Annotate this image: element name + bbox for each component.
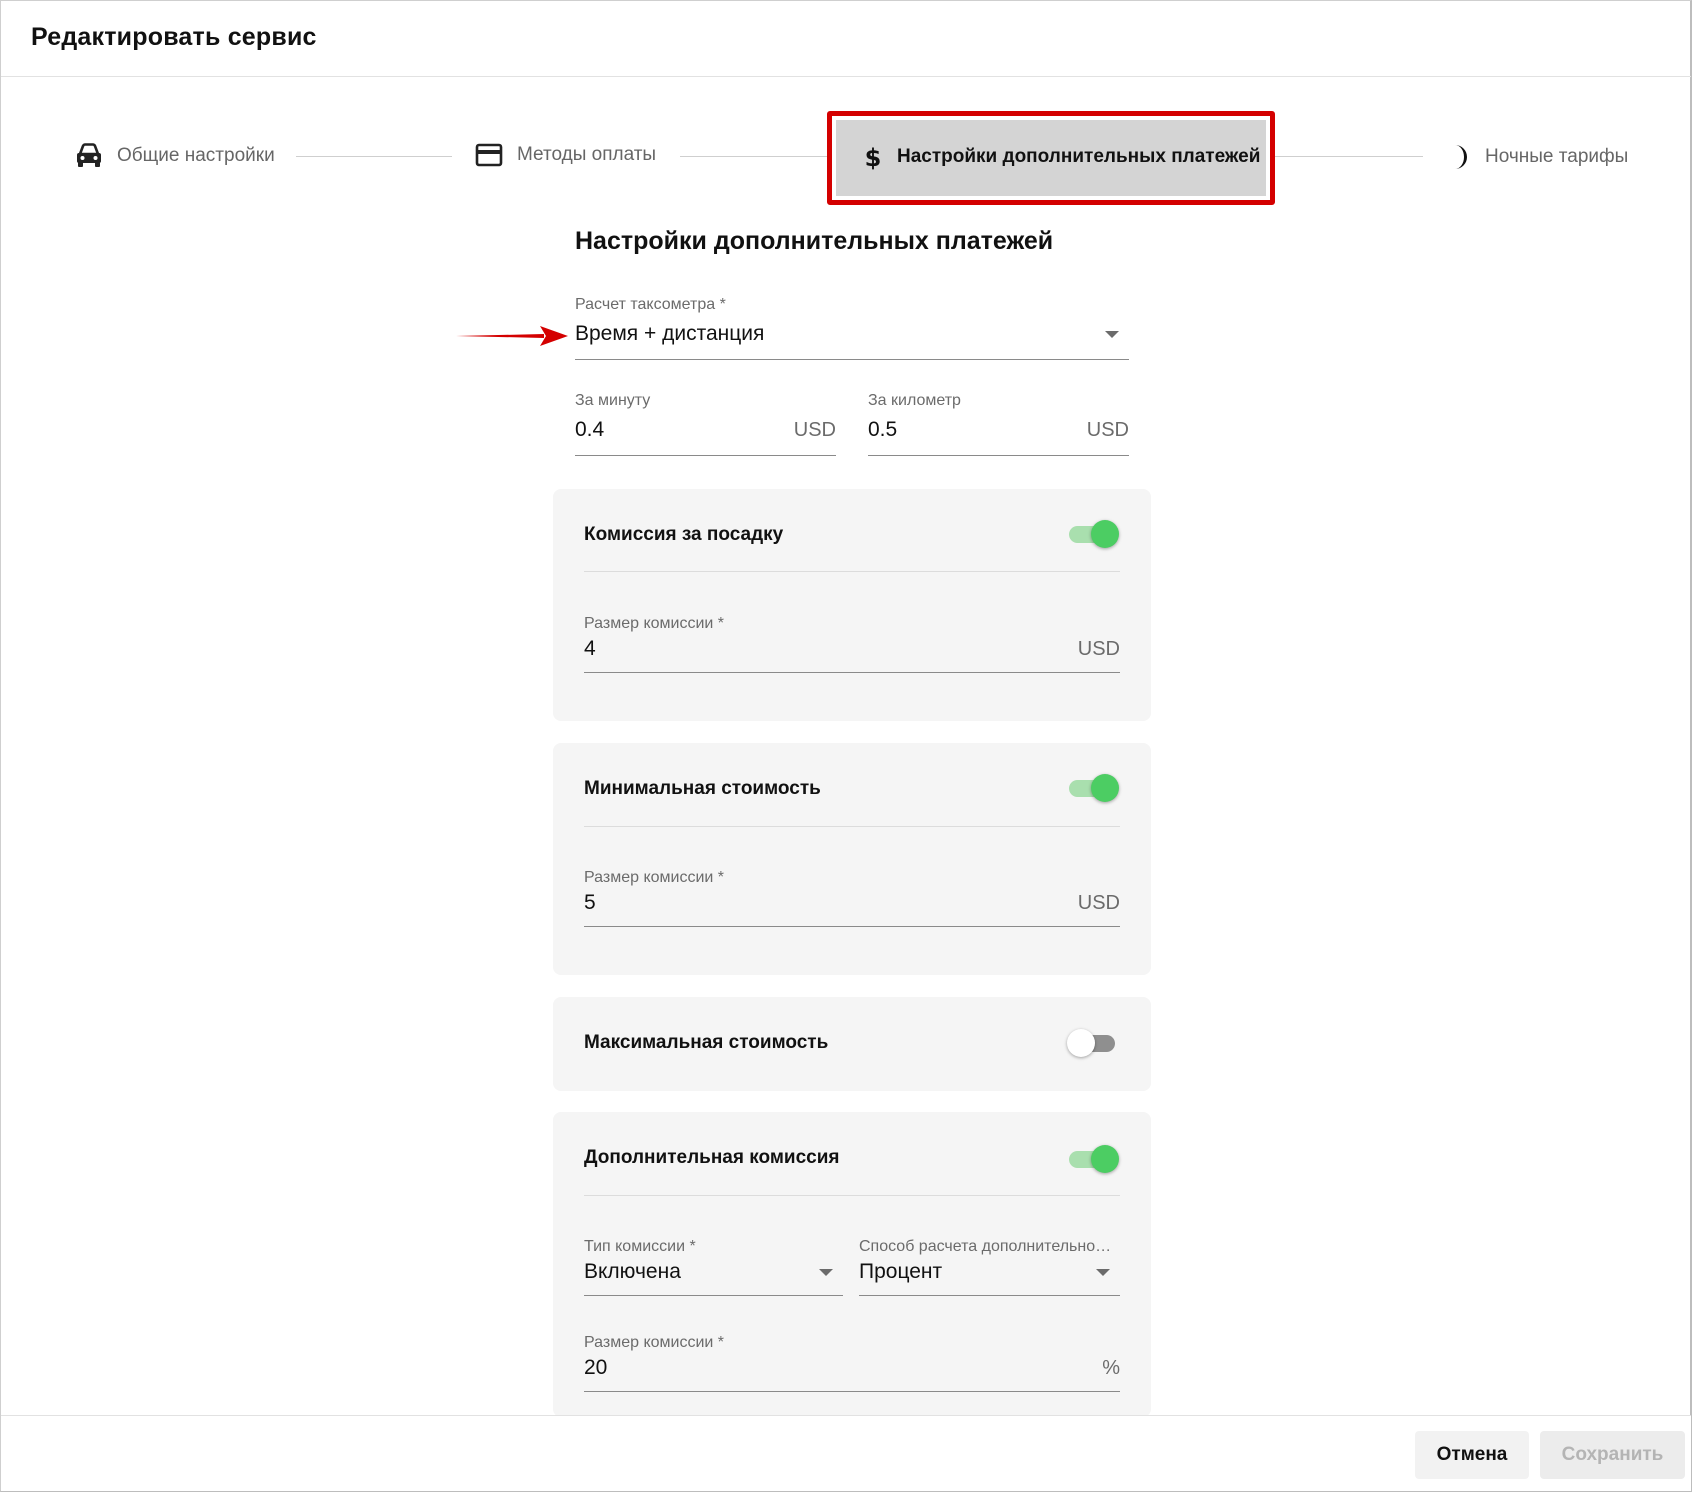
taximeter-label: Расчет таксометра * bbox=[575, 296, 726, 313]
step-extra-payments[interactable]: $ Настройки дополнительных платежей bbox=[863, 143, 1261, 171]
step-label: Общие настройки bbox=[117, 145, 275, 166]
fee-method-value: Процент bbox=[859, 1260, 943, 1283]
svg-text:$: $ bbox=[865, 144, 882, 171]
per-minute-label: За минуту bbox=[575, 392, 651, 409]
per-minute-currency: USD bbox=[793, 418, 836, 441]
per-minute-field[interactable]: За минуту 0.4 USD bbox=[575, 392, 836, 477]
step-label: Настройки дополнительных платежей bbox=[897, 146, 1261, 167]
chevron-down-icon bbox=[1096, 1268, 1110, 1276]
fee-type-value: Включена bbox=[584, 1260, 681, 1283]
per-km-currency: USD bbox=[1086, 418, 1129, 441]
min-cost-toggle[interactable] bbox=[1067, 773, 1119, 803]
min-cost-amount-field[interactable]: Размер комиссии * 5 USD bbox=[584, 869, 1120, 954]
min-cost-amount-label: Размер комиссии * bbox=[584, 869, 724, 886]
dollar-icon: $ bbox=[863, 143, 883, 171]
fee-method-label: Способ расчета дополнительно… bbox=[859, 1238, 1112, 1255]
dialog-footer: Отмена Сохранить bbox=[1, 1415, 1691, 1491]
taximeter-select[interactable]: Расчет таксометра * Время + дистанция bbox=[575, 296, 1129, 381]
fee-type-label: Тип комиссии * bbox=[584, 1238, 696, 1255]
taximeter-value: Время + дистанция bbox=[575, 322, 765, 345]
extra-fee-toggle[interactable] bbox=[1067, 1144, 1119, 1174]
stepper: Общие настройки Методы оплаты $ Настройк… bbox=[1, 111, 1691, 205]
dialog-title: Редактировать сервис bbox=[31, 23, 317, 51]
per-km-value: 0.5 bbox=[868, 418, 898, 441]
step-label: Методы оплаты bbox=[517, 144, 657, 165]
max-cost-title: Максимальная стоимость bbox=[584, 1032, 829, 1053]
extra-fee-card: Дополнительная комиссия Тип комиссии * В… bbox=[553, 1112, 1151, 1417]
min-cost-card: Минимальная стоимость Размер комиссии * … bbox=[553, 743, 1151, 975]
extra-fee-amount-label: Размер комиссии * bbox=[584, 1334, 724, 1351]
cancel-button[interactable]: Отмена bbox=[1415, 1431, 1529, 1479]
boarding-fee-toggle[interactable] bbox=[1067, 519, 1119, 549]
dialog-header: Редактировать сервис bbox=[1, 1, 1691, 77]
boarding-fee-currency: USD bbox=[1077, 637, 1120, 660]
stepper-connector bbox=[296, 156, 452, 157]
stepper-connector bbox=[1275, 156, 1423, 157]
boarding-fee-amount-label: Размер комиссии * bbox=[584, 615, 724, 632]
step-night-tariffs[interactable]: Ночные тарифы bbox=[1449, 143, 1628, 171]
step-label: Ночные тарифы bbox=[1485, 146, 1629, 167]
per-km-field[interactable]: За километр 0.5 USD bbox=[868, 392, 1129, 477]
boarding-fee-card: Комиссия за посадку Размер комиссии * 4 … bbox=[553, 489, 1151, 721]
edit-service-dialog: Редактировать сервис Общие настройки Мет… bbox=[0, 0, 1692, 1492]
stepper-connector bbox=[680, 156, 830, 157]
max-cost-toggle[interactable] bbox=[1067, 1028, 1119, 1058]
boarding-fee-amount-value: 4 bbox=[584, 637, 596, 660]
step-general-settings[interactable]: Общие настройки bbox=[75, 143, 275, 169]
extra-fee-title: Дополнительная комиссия bbox=[584, 1147, 840, 1168]
boarding-fee-title: Комиссия за посадку bbox=[584, 524, 784, 545]
annotation-arrow-icon bbox=[456, 326, 568, 346]
extra-fee-amount-value: 20 bbox=[584, 1356, 608, 1379]
per-km-label: За километр bbox=[868, 392, 961, 409]
chevron-down-icon bbox=[1105, 330, 1119, 338]
chevron-down-icon bbox=[819, 1268, 833, 1276]
min-cost-amount-value: 5 bbox=[584, 891, 596, 914]
max-cost-card: Максимальная стоимость bbox=[553, 997, 1151, 1091]
moon-icon bbox=[1449, 143, 1471, 171]
min-cost-currency: USD bbox=[1077, 891, 1120, 914]
credit-card-icon bbox=[475, 143, 503, 167]
fee-method-select[interactable]: Способ расчета дополнительно… Процент bbox=[859, 1238, 1120, 1323]
extra-fee-amount-field[interactable]: Размер комиссии * 20 % bbox=[584, 1334, 1120, 1419]
min-cost-title: Минимальная стоимость bbox=[584, 778, 821, 799]
section-title: Настройки дополнительных платежей bbox=[575, 227, 1054, 255]
fee-type-select[interactable]: Тип комиссии * Включена bbox=[584, 1238, 843, 1323]
step-payment-methods[interactable]: Методы оплаты bbox=[475, 143, 656, 167]
save-button[interactable]: Сохранить bbox=[1540, 1431, 1685, 1479]
per-minute-value: 0.4 bbox=[575, 418, 605, 441]
boarding-fee-amount-field[interactable]: Размер комиссии * 4 USD bbox=[584, 615, 1120, 700]
extra-fee-percent: % bbox=[1102, 1356, 1120, 1379]
car-icon bbox=[75, 143, 103, 169]
